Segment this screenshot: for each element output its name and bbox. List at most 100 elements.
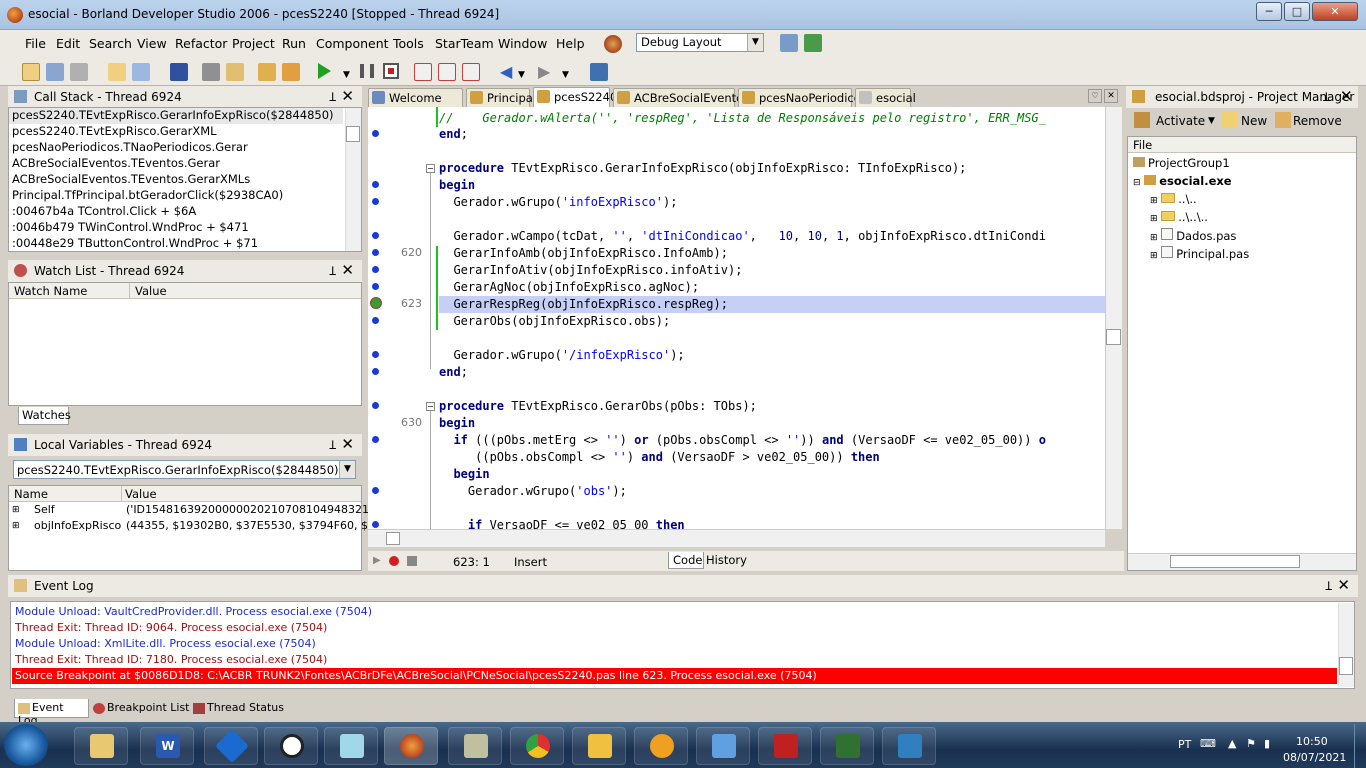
tree-item-dados-pas[interactable]: ⊞ Dados.pas	[1150, 228, 1236, 243]
menu-starteam[interactable]: StarTeam	[435, 36, 494, 51]
step-over-icon[interactable]	[438, 63, 456, 81]
tree-item-folder[interactable]: ⊞ ..\..	[1150, 192, 1197, 206]
pin-icon[interactable]: Ʇ	[329, 88, 336, 105]
taskbar-app-glass[interactable]	[324, 727, 378, 765]
menu-file[interactable]: File	[25, 36, 46, 51]
helmet-icon[interactable]	[604, 35, 622, 53]
col-value[interactable]: Value	[125, 487, 157, 501]
remove-file-icon[interactable]	[202, 63, 220, 81]
tree-item-principal-pas[interactable]: ⊞ Principal.pas	[1150, 246, 1249, 261]
stop-icon[interactable]	[383, 63, 399, 79]
network-tray-icon[interactable]: ▮	[1264, 737, 1270, 750]
breakpoint-dot[interactable]	[372, 368, 379, 375]
close-icon[interactable]: ✕	[341, 435, 354, 453]
call-stack-item[interactable]: ACBreSocialEventos.TEventos.Gerar	[12, 156, 220, 170]
col-file[interactable]: File	[1133, 138, 1152, 152]
breakpoint-dot[interactable]	[372, 436, 379, 443]
tab-event-log[interactable]: Event Log	[14, 699, 89, 727]
expand-icon[interactable]: ⊞	[12, 521, 20, 531]
taskbar-monitor[interactable]	[820, 727, 874, 765]
call-stack-item[interactable]: ACBreSocialEventos.TEventos.GerarXMLs	[12, 172, 250, 186]
layout-select[interactable]: Debug Layout ▼	[636, 33, 764, 52]
breakpoint-dot[interactable]	[372, 198, 379, 205]
tab-list-icon[interactable]: ♡	[1088, 89, 1102, 103]
stop-macro-icon[interactable]	[407, 556, 417, 566]
activate-button[interactable]: Activate	[1156, 114, 1205, 128]
taskbar-app-circle[interactable]	[264, 727, 318, 765]
menu-search[interactable]: Search	[89, 36, 132, 51]
tab-code[interactable]: Code	[668, 552, 704, 569]
show-desktop-button[interactable]	[1354, 724, 1366, 768]
taskbar-network[interactable]	[634, 727, 688, 765]
col-watch-name[interactable]: Watch Name	[14, 284, 87, 298]
taskbar-pdf[interactable]	[758, 727, 812, 765]
play-macro-icon[interactable]: ▶	[373, 555, 381, 566]
taskbar-remote[interactable]	[882, 727, 936, 765]
clock-date[interactable]: 08/07/2021	[1283, 751, 1346, 764]
save-icon[interactable]	[132, 63, 150, 81]
close-icon[interactable]: ✕	[1337, 576, 1350, 594]
new-button[interactable]: New	[1241, 114, 1267, 128]
taskbar-chrome[interactable]	[510, 727, 564, 765]
breakpoint-dot[interactable]	[372, 283, 379, 290]
close-icon[interactable]: ✕	[1340, 87, 1353, 105]
call-stack-item[interactable]: :00467b4a TControl.Click + $6A	[12, 204, 196, 218]
menu-window[interactable]: Window	[498, 36, 547, 51]
tab-esocial[interactable]: esocial	[855, 88, 916, 107]
tree-item-folder[interactable]: ⊞ ..\..\..	[1150, 210, 1208, 224]
pin-icon[interactable]: Ʇ	[329, 436, 336, 453]
forward-dropdown-icon[interactable]: ▼	[562, 70, 569, 80]
editor-vertical-scrollbar[interactable]	[1105, 107, 1122, 529]
menu-refactor[interactable]: Refactor	[175, 36, 227, 51]
save-layout-icon[interactable]	[780, 34, 798, 52]
menu-component[interactable]: Component	[316, 36, 389, 51]
breakpoint-dot[interactable]	[372, 317, 379, 324]
folder-icon[interactable]	[282, 63, 300, 81]
start-button[interactable]	[4, 724, 48, 766]
taskbar-tools[interactable]	[448, 727, 502, 765]
expand-icon[interactable]: ⊞	[12, 505, 20, 515]
activate-dropdown-icon[interactable]: ▼	[1208, 116, 1215, 126]
taskbar-explorer[interactable]	[74, 727, 128, 765]
tree-item-projectgroup[interactable]: ProjectGroup1	[1133, 156, 1230, 170]
run-dropdown-icon[interactable]: ▼	[343, 70, 350, 80]
tree-item-esocial-exe[interactable]: ⊟ esocial.exe	[1133, 174, 1232, 188]
chevron-down-icon[interactable]: ▼	[747, 34, 763, 51]
menu-run[interactable]: Run	[282, 36, 306, 51]
event-log-scrollbar[interactable]	[1338, 603, 1354, 687]
breakpoint-dot[interactable]	[372, 487, 379, 494]
breakpoint-dot[interactable]	[372, 266, 379, 273]
breakpoint-dot[interactable]	[372, 351, 379, 358]
menu-edit[interactable]: Edit	[56, 36, 80, 51]
back-arrow-icon[interactable]: ◀	[500, 62, 512, 81]
add-file-icon[interactable]	[226, 63, 244, 81]
open-folder-icon[interactable]	[258, 63, 276, 81]
tab-pcesnaoperiodicos[interactable]: pcesNaoPeriodicos	[738, 88, 867, 107]
execution-point-icon[interactable]	[370, 297, 382, 309]
menu-project[interactable]: Project	[232, 36, 275, 51]
taskbar-dropbox[interactable]	[204, 727, 258, 765]
reopen-icon[interactable]	[70, 63, 88, 81]
call-stack-item[interactable]: :00448e29 TButtonControl.WndProc + $71	[12, 236, 258, 250]
close-tab-icon[interactable]: ✕	[1104, 89, 1118, 103]
save-all-icon[interactable]	[170, 63, 188, 81]
breakpoint-dot[interactable]	[372, 249, 379, 256]
pin-icon[interactable]: Ʇ	[1323, 88, 1330, 105]
editor-horizontal-scrollbar[interactable]	[368, 529, 1105, 547]
taskbar-calc[interactable]	[696, 727, 750, 765]
keyboard-icon[interactable]: ⌨	[1200, 737, 1216, 750]
breakpoint-dot[interactable]	[372, 402, 379, 409]
tab-history[interactable]: History	[706, 553, 747, 567]
fold-toggle-icon[interactable]: −	[426, 164, 435, 173]
back-dropdown-icon[interactable]: ▼	[518, 70, 525, 80]
close-button[interactable]: ✕	[1312, 2, 1358, 21]
breakpoint-dot[interactable]	[372, 181, 379, 188]
col-value[interactable]: Value	[135, 284, 167, 298]
taskbar-delphi[interactable]	[384, 727, 438, 765]
menu-tools[interactable]: Tools	[393, 36, 424, 51]
tab-welcome-page[interactable]: Welcome Page	[368, 88, 463, 119]
breakpoint-dot[interactable]	[372, 521, 379, 528]
record-macro-icon[interactable]	[389, 556, 399, 566]
col-name[interactable]: Name	[14, 487, 48, 501]
forward-arrow-icon[interactable]: ▶	[538, 62, 550, 81]
